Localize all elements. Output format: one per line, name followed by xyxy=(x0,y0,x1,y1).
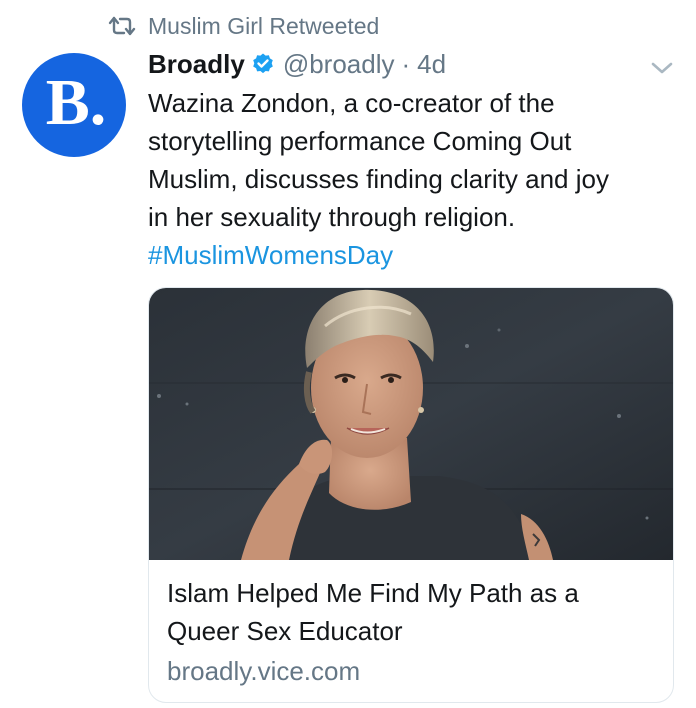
tweet-text-line: in her sexuality through religion. xyxy=(148,202,516,232)
verified-badge-icon xyxy=(251,52,275,76)
tweet-timestamp[interactable]: 4d xyxy=(417,49,446,80)
author-handle[interactable]: @broadly xyxy=(283,49,395,80)
tweet-header: Broadly @broadly · 4d xyxy=(148,46,446,82)
tweet-text-line: Wazina Zondon, a co-creator of the xyxy=(148,88,555,118)
tweet-text: Wazina Zondon, a co-creator of the story… xyxy=(148,84,678,274)
article-photo xyxy=(149,288,673,560)
avatar-letter: B. xyxy=(45,66,107,139)
retweet-label: Muslim Girl Retweeted xyxy=(148,12,380,39)
card-title: Islam Helped Me Find My Path as a Queer … xyxy=(167,574,657,650)
retweet-icon xyxy=(108,14,136,38)
separator-dot: · xyxy=(401,48,411,79)
retweet-context[interactable]: Muslim Girl Retweeted xyxy=(108,10,379,42)
card-title-line: Islam Helped Me Find My Path as a xyxy=(167,578,579,608)
chevron-down-icon[interactable] xyxy=(648,58,676,78)
avatar[interactable]: B. xyxy=(22,53,126,157)
tweet-text-line: storytelling performance Coming Out xyxy=(148,126,572,156)
card-body: Islam Helped Me Find My Path as a Queer … xyxy=(167,574,657,690)
link-card[interactable]: Islam Helped Me Find My Path as a Queer … xyxy=(148,287,674,703)
card-title-line: Queer Sex Educator xyxy=(167,616,403,646)
author-name[interactable]: Broadly xyxy=(148,49,245,80)
hashtag-link[interactable]: #MuslimWomensDay xyxy=(148,236,678,274)
tweet-text-line: Muslim, discusses finding clarity and jo… xyxy=(148,164,609,194)
card-domain: broadly.vice.com xyxy=(167,656,361,686)
